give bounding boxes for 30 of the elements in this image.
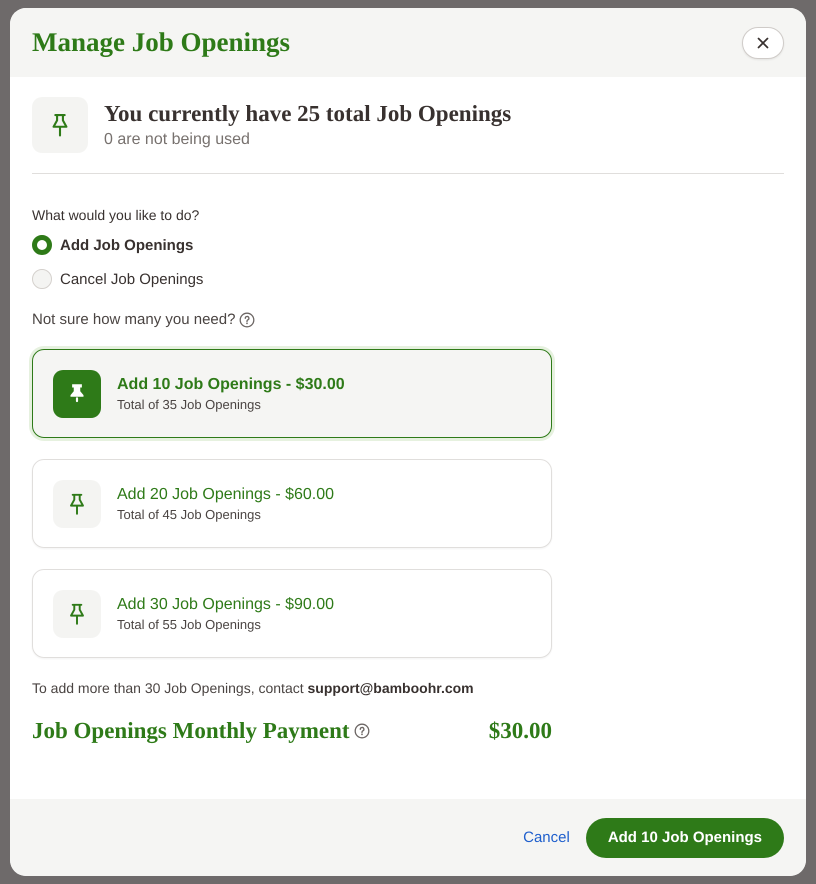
pushpin-icon xyxy=(32,97,88,153)
help-icon[interactable] xyxy=(354,723,370,739)
contact-note: To add more than 30 Job Openings, contact support@bamboohr.com xyxy=(32,680,475,696)
primary-button[interactable]: Add 10 Job Openings xyxy=(586,818,784,858)
dialog-title: Manage Job Openings xyxy=(32,27,290,58)
package-subtitle: Total of 45 Job Openings xyxy=(117,506,262,522)
package-title: Add 10 Job Openings - $30.00 xyxy=(117,376,345,394)
cancel-link[interactable]: Cancel xyxy=(523,827,570,848)
package-subtitle: Total of 55 Job Openings xyxy=(117,616,262,632)
close-icon xyxy=(757,36,769,48)
pushpin-icon xyxy=(53,590,101,638)
package-subtitle: Total of 35 Job Openings xyxy=(117,396,262,412)
payment-label: Job Openings Monthly Payment xyxy=(32,718,350,744)
help-icon[interactable] xyxy=(239,312,256,328)
package-title: Add 20 Job Openings - $60.00 xyxy=(117,486,334,504)
payment-amount: $30.00 xyxy=(488,718,552,744)
summary-subtext: 0 are not being used xyxy=(104,131,251,149)
radio-label[interactable]: Add Job Openings xyxy=(60,236,194,254)
question-label: What would you like to do? xyxy=(32,207,200,223)
help-prompt: Not sure how many you need? xyxy=(32,311,236,328)
radio-label[interactable]: Cancel Job Openings xyxy=(60,270,204,288)
pushpin-icon xyxy=(53,480,101,528)
package-card[interactable]: Add 10 Job Openings - $30.00 Total of 35 Job Openings xyxy=(32,349,552,438)
package-card[interactable]: Add 20 Job Openings - $60.00 Total of 45 Job Openings xyxy=(32,459,552,548)
package-card[interactable]: Add 30 Job Openings - $90.00 Total of 55 Job Openings xyxy=(32,569,552,658)
summary-heading: You currently have 25 total Job Openings xyxy=(104,101,512,127)
pushpin-icon xyxy=(53,370,101,418)
close-button[interactable] xyxy=(742,26,784,58)
radio-button[interactable] xyxy=(32,235,52,255)
package-title: Add 30 Job Openings - $90.00 xyxy=(117,596,334,614)
